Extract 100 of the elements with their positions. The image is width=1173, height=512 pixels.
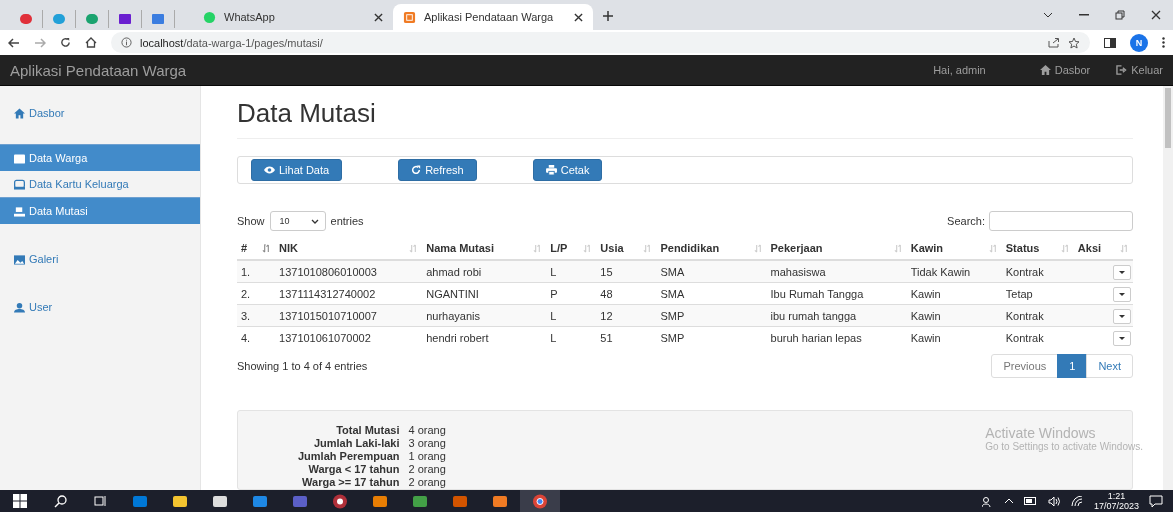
table-cell: NGANTINI xyxy=(426,287,479,300)
table-cell: Kawin xyxy=(910,331,941,344)
eye-icon xyxy=(264,166,275,174)
share-icon[interactable] xyxy=(1048,37,1060,48)
entries-select[interactable]: 10 xyxy=(269,211,326,231)
table-cell: buruh harian lepas xyxy=(770,331,862,344)
image-icon xyxy=(14,253,25,265)
sidebar-item[interactable]: Dasbor xyxy=(0,100,200,126)
close-icon[interactable] xyxy=(1151,10,1161,20)
back-arrow-icon[interactable] xyxy=(8,37,20,48)
action-button[interactable]: Cetak xyxy=(532,159,603,181)
user-icon xyxy=(14,301,25,313)
reload-icon[interactable] xyxy=(60,37,71,48)
side-panel-icon[interactable] xyxy=(1104,37,1116,48)
table-cell: ahmad robi xyxy=(426,265,482,278)
table-cell: Kawin xyxy=(910,309,941,322)
table-cell: Kontrak xyxy=(1005,265,1044,278)
table-cell: hendri robert xyxy=(426,331,489,344)
close-icon[interactable] xyxy=(574,12,583,22)
app-brand[interactable]: Aplikasi Pendataan Warga xyxy=(10,61,934,79)
table-cell: L xyxy=(550,265,557,278)
caret-icon xyxy=(1119,314,1125,318)
nav-link[interactable]: Keluar xyxy=(1116,64,1163,76)
browser-tab[interactable]: WhatsApp xyxy=(193,4,393,30)
table-cell: Kontrak xyxy=(1005,309,1044,322)
info-icon[interactable] xyxy=(121,37,132,48)
sidebar-item[interactable]: Data Mutasi xyxy=(0,197,200,224)
close-icon[interactable] xyxy=(374,12,383,22)
row-action-dropdown[interactable] xyxy=(1113,308,1131,324)
table-cell: SMP xyxy=(660,309,685,322)
table-cell: 1. xyxy=(241,265,251,278)
minimize-icon[interactable] xyxy=(1079,14,1089,16)
page-button[interactable]: 1 xyxy=(1057,354,1088,378)
refresh-icon xyxy=(411,165,422,175)
restore-icon[interactable] xyxy=(1115,10,1125,20)
caret-icon xyxy=(1119,336,1125,340)
column-header[interactable]: Status xyxy=(1005,242,1040,254)
star-icon[interactable] xyxy=(1068,36,1080,49)
row-action-dropdown[interactable] xyxy=(1113,286,1131,302)
action-button[interactable]: Refresh xyxy=(398,159,477,181)
site-favicon-icon[interactable] xyxy=(19,12,33,26)
column-header[interactable]: Usia xyxy=(600,242,624,254)
action-button[interactable]: Lihat Data xyxy=(251,159,343,181)
table-cell: 137101061070002 xyxy=(279,331,371,344)
task-view-icon[interactable] xyxy=(93,495,107,507)
battery-icon[interactable] xyxy=(1023,497,1038,505)
activation-title: Activate Windows xyxy=(985,425,1097,441)
table-cell: L xyxy=(550,309,557,322)
table-cell: Kontrak xyxy=(1005,331,1044,344)
column-header[interactable]: Aksi xyxy=(1077,242,1102,254)
table-cell: ibu rumah tangga xyxy=(770,309,857,322)
scrollbar[interactable] xyxy=(1163,86,1173,490)
column-header[interactable]: # xyxy=(241,242,248,254)
sidebar-item[interactable]: Data Kartu Keluarga xyxy=(0,171,200,197)
greeting-text: Hai, admin xyxy=(933,64,986,76)
sidebar-item[interactable]: Data Warga xyxy=(0,144,200,171)
sort-icon[interactable] xyxy=(262,243,272,253)
nav-link[interactable]: Dasbor xyxy=(1039,64,1091,76)
disc-icon[interactable] xyxy=(332,493,348,509)
summary-value: 1 orang xyxy=(408,450,446,463)
card-icon xyxy=(14,152,25,164)
sidebar-item[interactable]: User xyxy=(0,294,200,320)
table-cell: SMP xyxy=(660,331,685,344)
column-header[interactable]: Kawin xyxy=(910,242,944,254)
notification-icon[interactable] xyxy=(1149,494,1163,508)
chevron-down-icon[interactable] xyxy=(1043,12,1053,18)
search-field[interactable] xyxy=(989,211,1133,231)
home-icon xyxy=(1039,65,1051,75)
next-button[interactable]: Next xyxy=(1086,354,1133,378)
row-action-dropdown[interactable] xyxy=(1113,330,1131,346)
column-header[interactable]: NIK xyxy=(279,242,298,254)
sidebar-item[interactable]: Galeri xyxy=(0,246,200,272)
wifi-icon[interactable] xyxy=(1070,495,1084,507)
people-icon[interactable] xyxy=(981,495,994,507)
speaker-icon[interactable] xyxy=(1047,495,1061,507)
row-action-dropdown[interactable] xyxy=(1113,264,1131,280)
table-cell: Tidak Kawin xyxy=(910,265,971,278)
taskbar-clock[interactable]: 1:21 17/07/2023 xyxy=(1093,491,1139,511)
chevron-up-icon[interactable] xyxy=(1003,498,1014,504)
site-favicon-icon[interactable] xyxy=(118,12,132,26)
search-icon[interactable] xyxy=(53,494,67,508)
address-bar[interactable]: localhost/data-warga-1/pages/mutasi/ xyxy=(111,32,1090,53)
home-icon[interactable] xyxy=(85,37,97,48)
more-menu-icon[interactable] xyxy=(1162,37,1165,48)
table-cell: 1371114312740002 xyxy=(279,287,376,300)
show-label: Show xyxy=(237,215,265,227)
summary-value: 2 orang xyxy=(408,476,446,489)
page-title: Data Mutasi xyxy=(237,98,1133,139)
table-cell: nurhayanis xyxy=(426,309,480,322)
profile-avatar[interactable]: N xyxy=(1130,33,1148,52)
windows-start-icon[interactable] xyxy=(13,494,27,508)
browser-tab[interactable]: Aplikasi Pendataan Warga xyxy=(393,4,593,30)
column-header[interactable]: Pekerjaan xyxy=(770,242,823,254)
column-header[interactable]: L/P xyxy=(550,242,568,254)
site-favicon-icon[interactable] xyxy=(151,12,165,26)
table-cell: 1371015010710007 xyxy=(279,309,377,322)
summary-value: 2 orang xyxy=(408,463,446,476)
column-header[interactable]: Pendidikan xyxy=(660,242,720,254)
column-header[interactable]: Nama Mutasi xyxy=(426,242,495,254)
table-cell: 51 xyxy=(600,331,613,344)
